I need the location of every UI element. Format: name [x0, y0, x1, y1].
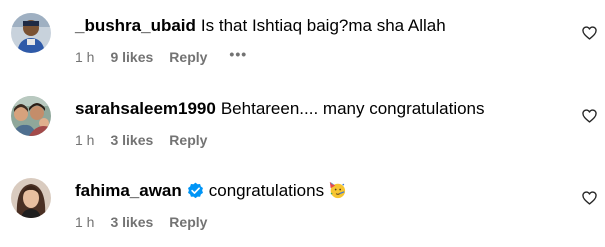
- comment-line: fahima_awan congratulations: [75, 181, 346, 201]
- username[interactable]: fahima_awan: [75, 181, 182, 200]
- comment-text: Behtareen.... many congratulations: [220, 99, 485, 118]
- reply-button[interactable]: Reply: [169, 214, 207, 230]
- likes-count[interactable]: 3 likes: [110, 132, 153, 148]
- comment-line: _bushra_ubaid Is that Ishtiaq baig?ma sha…: [75, 16, 446, 36]
- avatar[interactable]: [11, 96, 51, 136]
- avatar[interactable]: [11, 13, 51, 53]
- reply-button[interactable]: Reply: [169, 49, 207, 65]
- comment-time: 1 h: [75, 132, 95, 148]
- comment-meta: 1 h 3 likes Reply: [75, 132, 207, 148]
- username[interactable]: sarahsaleem1990: [75, 99, 216, 118]
- reply-button[interactable]: Reply: [169, 132, 207, 148]
- likes-count[interactable]: 3 likes: [110, 214, 153, 230]
- username[interactable]: _bushra_ubaid: [75, 16, 196, 35]
- comment-text: Is that Ishtiaq baig?ma sha Allah: [200, 16, 446, 35]
- likes-count[interactable]: 9 likes: [110, 49, 153, 65]
- more-options-icon[interactable]: •••: [229, 46, 247, 62]
- heart-outline-icon[interactable]: [582, 191, 597, 205]
- comment-item: sarahsaleem1990 Behtareen.... many congra…: [0, 82, 605, 164]
- comment-line: sarahsaleem1990 Behtareen.... many congra…: [75, 99, 485, 119]
- comment-meta: 1 h 3 likes Reply: [75, 214, 207, 230]
- heart-outline-icon[interactable]: [582, 26, 597, 40]
- partying-face-icon: [329, 181, 346, 199]
- comment-time: 1 h: [75, 49, 95, 65]
- verified-badge-icon: [187, 182, 203, 199]
- avatar[interactable]: [11, 178, 51, 218]
- comment-meta: 1 h 9 likes Reply •••: [75, 46, 247, 65]
- comment-text: congratulations: [208, 181, 325, 200]
- comment-time: 1 h: [75, 214, 95, 230]
- comment-item: fahima_awan congratulations 1 h 3 likes Re…: [0, 164, 605, 246]
- comment-item: _bushra_ubaid Is that Ishtiaq baig?ma sha…: [0, 0, 605, 82]
- heart-outline-icon[interactable]: [582, 109, 597, 123]
